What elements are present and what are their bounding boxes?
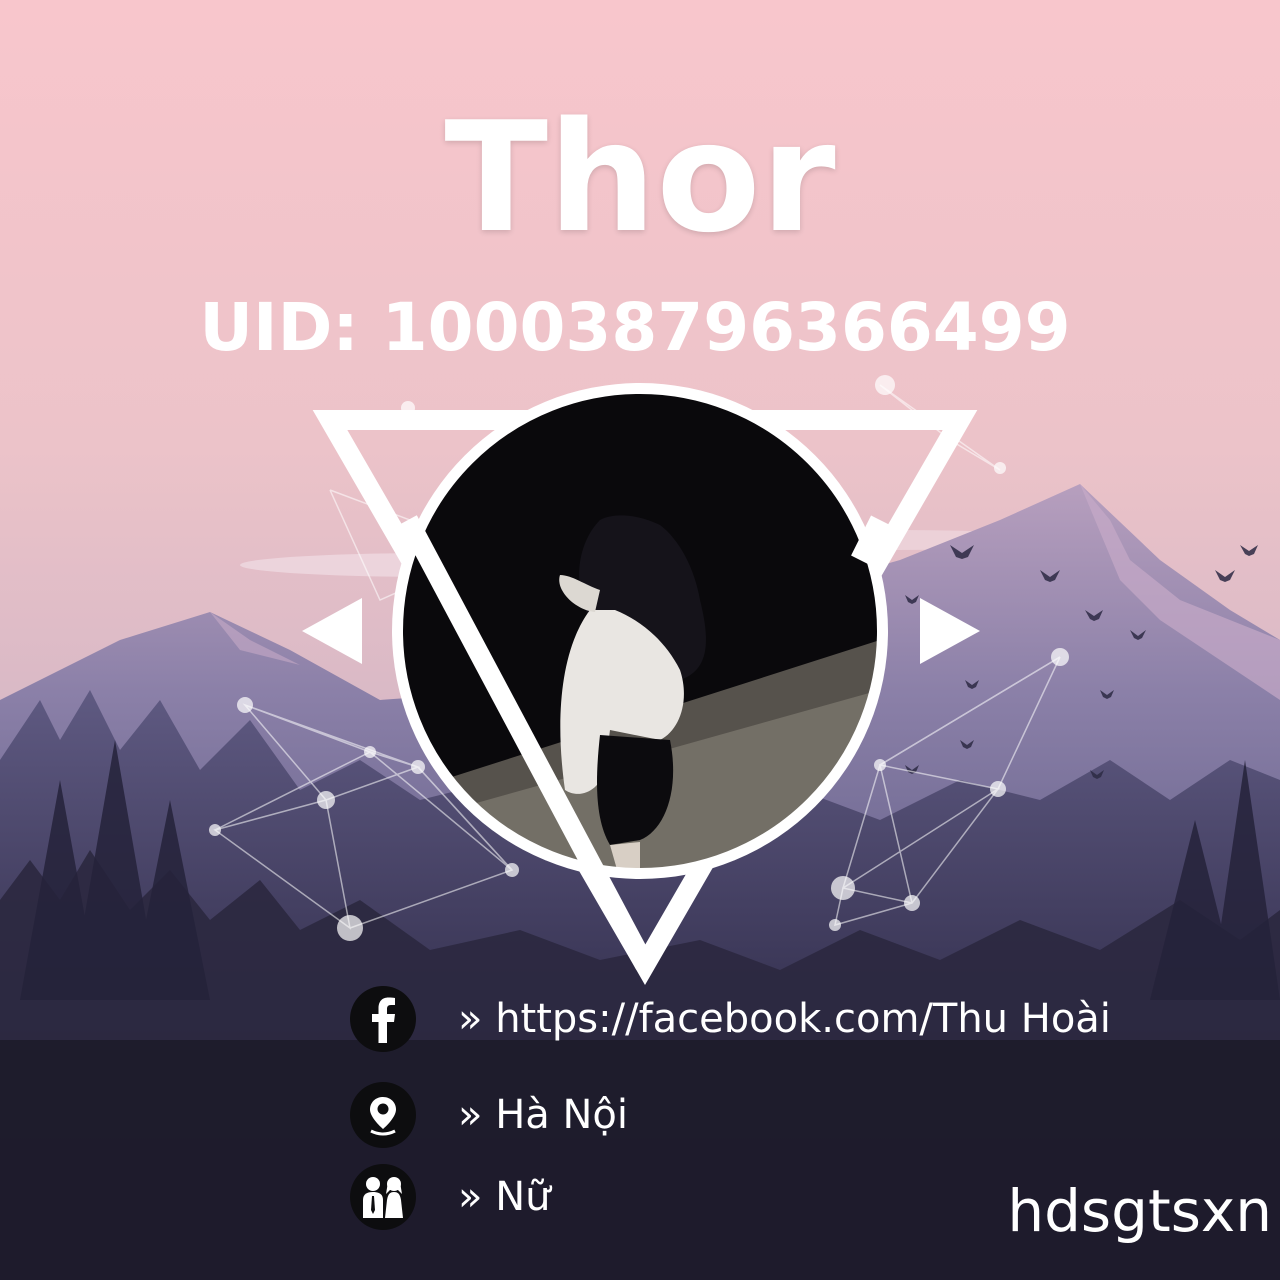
- watermark-text: hdsgtsxn: [1007, 1177, 1272, 1245]
- info-row-location: » Hà Nội: [350, 1082, 628, 1148]
- facebook-link[interactable]: » https://facebook.com/Thu Hoài: [458, 996, 1111, 1042]
- info-row-facebook[interactable]: » https://facebook.com/Thu Hoài: [350, 986, 1111, 1052]
- gender-couple-icon: [350, 1164, 416, 1230]
- profile-uid: UID: 100038796366499: [199, 289, 1071, 366]
- info-row-gender: » Nữ: [350, 1164, 550, 1230]
- location-pin-icon: [350, 1082, 416, 1148]
- facebook-icon: [350, 986, 416, 1052]
- profile-name: Thor: [444, 89, 836, 266]
- location-text: » Hà Nội: [458, 1092, 628, 1138]
- next-arrow-icon[interactable]: [918, 596, 982, 666]
- previous-arrow-icon[interactable]: [300, 596, 364, 666]
- gender-text: » Nữ: [458, 1174, 551, 1220]
